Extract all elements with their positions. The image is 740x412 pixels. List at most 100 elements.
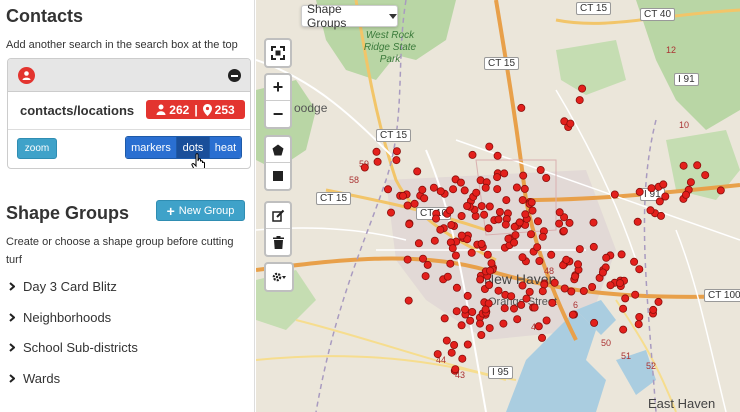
contact-dot[interactable]	[418, 254, 427, 263]
contact-dot[interactable]	[522, 294, 531, 303]
contact-dot[interactable]	[443, 272, 452, 281]
contact-dot[interactable]	[472, 188, 481, 197]
contact-dot[interactable]	[392, 147, 401, 156]
contact-dot[interactable]	[515, 218, 524, 227]
contact-dot[interactable]	[635, 312, 644, 321]
contact-dot[interactable]	[542, 316, 551, 325]
contact-dot[interactable]	[458, 354, 467, 363]
contact-dot[interactable]	[494, 286, 503, 295]
contact-dot[interactable]	[433, 350, 442, 359]
contact-dot[interactable]	[533, 243, 542, 252]
contact-dot[interactable]	[386, 208, 395, 217]
contact-dot[interactable]	[429, 183, 438, 192]
contact-dot[interactable]	[468, 150, 477, 159]
edit-shapes-button[interactable]	[266, 203, 290, 229]
contact-dot[interactable]	[631, 290, 640, 299]
contact-dot[interactable]	[481, 305, 490, 314]
contact-dot[interactable]	[383, 185, 392, 194]
contact-dot[interactable]	[547, 250, 556, 259]
shape-group-item[interactable]: Day 3 Card Blitz	[9, 279, 117, 294]
contact-dot[interactable]	[446, 259, 455, 268]
contact-dot[interactable]	[398, 191, 407, 200]
contact-dot[interactable]	[467, 248, 476, 257]
contact-dot[interactable]	[520, 184, 529, 193]
contact-dot[interactable]	[542, 173, 551, 182]
contact-dot[interactable]	[635, 265, 644, 274]
contact-dot[interactable]	[475, 319, 484, 328]
contact-dot[interactable]	[452, 283, 461, 292]
contact-dot[interactable]	[615, 279, 624, 288]
contact-dot[interactable]	[679, 161, 688, 170]
contact-dot[interactable]	[484, 224, 493, 233]
new-group-button[interactable]: + New Group	[156, 200, 245, 221]
contact-dot[interactable]	[485, 142, 494, 151]
contact-dot[interactable]	[649, 305, 658, 314]
contact-dot[interactable]	[460, 186, 469, 195]
contact-dot[interactable]	[445, 206, 454, 215]
contact-dot[interactable]	[530, 303, 539, 312]
contact-dot[interactable]	[578, 84, 587, 93]
contact-dot[interactable]	[477, 202, 486, 211]
contact-dot[interactable]	[512, 183, 521, 192]
contact-dot[interactable]	[575, 245, 584, 254]
zoom-out-button[interactable]: −	[266, 101, 290, 127]
contact-dot[interactable]	[495, 207, 504, 216]
contact-dot[interactable]	[527, 198, 536, 207]
contact-dot[interactable]	[589, 218, 598, 227]
contact-dot[interactable]	[501, 220, 510, 229]
contact-dot[interactable]	[471, 212, 480, 221]
contact-dot[interactable]	[452, 307, 461, 316]
contact-dot[interactable]	[518, 253, 527, 262]
contact-dot[interactable]	[414, 239, 423, 248]
contact-dot[interactable]	[511, 231, 520, 240]
contact-dot[interactable]	[598, 268, 607, 277]
contact-dot[interactable]	[518, 281, 527, 290]
contact-dot[interactable]	[405, 220, 414, 229]
contact-dot[interactable]	[538, 232, 547, 241]
contact-dot[interactable]	[502, 196, 511, 205]
contact-dot[interactable]	[457, 321, 466, 330]
contact-dot[interactable]	[548, 298, 557, 307]
shape-groups-dropdown[interactable]: Shape Groups	[301, 2, 398, 30]
shape-group-item[interactable]: Wards	[9, 371, 60, 386]
contact-dot[interactable]	[634, 320, 643, 329]
contact-dot[interactable]	[373, 157, 382, 166]
contact-dot[interactable]	[537, 333, 546, 342]
contact-dot[interactable]	[486, 266, 495, 275]
contact-dot[interactable]	[567, 287, 576, 296]
contact-dot[interactable]	[621, 294, 630, 303]
contact-dot[interactable]	[404, 296, 413, 305]
contact-dot[interactable]	[573, 260, 582, 269]
contact-dot[interactable]	[647, 184, 656, 193]
contact-dot[interactable]	[633, 217, 642, 226]
contact-dot[interactable]	[392, 156, 401, 165]
zoom-in-button[interactable]: +	[266, 75, 290, 101]
contact-dot[interactable]	[525, 287, 534, 296]
contact-dot[interactable]	[555, 219, 564, 228]
contact-dot[interactable]	[477, 330, 486, 339]
contact-dot[interactable]	[619, 304, 628, 313]
contact-dot[interactable]	[418, 185, 427, 194]
contact-dot[interactable]	[463, 340, 472, 349]
contact-dot[interactable]	[493, 185, 502, 194]
contact-dot[interactable]	[560, 284, 569, 293]
contact-dot[interactable]	[533, 217, 542, 226]
contact-dot[interactable]	[436, 225, 445, 234]
contact-dot[interactable]	[442, 336, 451, 345]
contact-dot[interactable]	[483, 250, 492, 259]
contact-dot[interactable]	[447, 220, 456, 229]
contact-dot[interactable]	[610, 190, 619, 199]
contact-dot[interactable]	[466, 316, 475, 325]
contact-dot[interactable]	[480, 210, 489, 219]
contact-dot[interactable]	[413, 167, 422, 176]
markers-mode-button[interactable]: markers	[126, 137, 177, 158]
contact-dot[interactable]	[463, 201, 472, 210]
contact-dot[interactable]	[568, 310, 577, 319]
contact-dot[interactable]	[436, 187, 445, 196]
contact-dot[interactable]	[449, 185, 458, 194]
contact-dot[interactable]	[517, 103, 526, 112]
contact-dot[interactable]	[487, 259, 496, 268]
settings-button[interactable]	[266, 264, 292, 290]
contact-dot[interactable]	[619, 325, 628, 334]
draw-rectangle-button[interactable]	[266, 163, 290, 189]
